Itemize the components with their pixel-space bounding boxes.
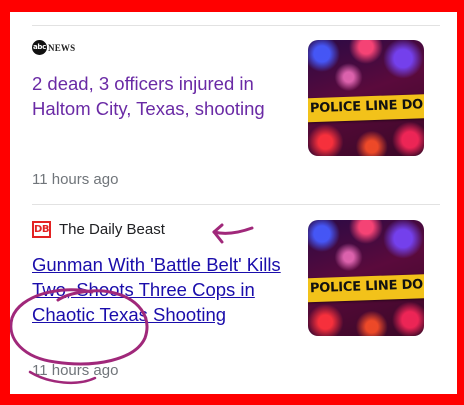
timestamp: 11 hours ago: [32, 362, 119, 379]
headline-link[interactable]: Gunman With 'Battle Belt' Kills Two, Sho…: [32, 252, 297, 327]
daily-beast-logo-icon: DB: [32, 221, 51, 238]
news-card-2[interactable]: DB The Daily Beast Gunman With 'Battle B…: [32, 12, 432, 394]
news-results-panel: abc NEWS 2 dead, 3 officers injured in H…: [10, 12, 457, 394]
thumbnail-image[interactable]: POLICE LINE DO NOT CROSS: [308, 220, 424, 336]
source-row: DB The Daily Beast: [32, 221, 165, 238]
police-tape: POLICE LINE DO NOT CROSS: [308, 273, 424, 303]
tape-text: POLICE LINE DO NOT CROSS: [309, 274, 424, 297]
source-name: The Daily Beast: [59, 221, 165, 238]
